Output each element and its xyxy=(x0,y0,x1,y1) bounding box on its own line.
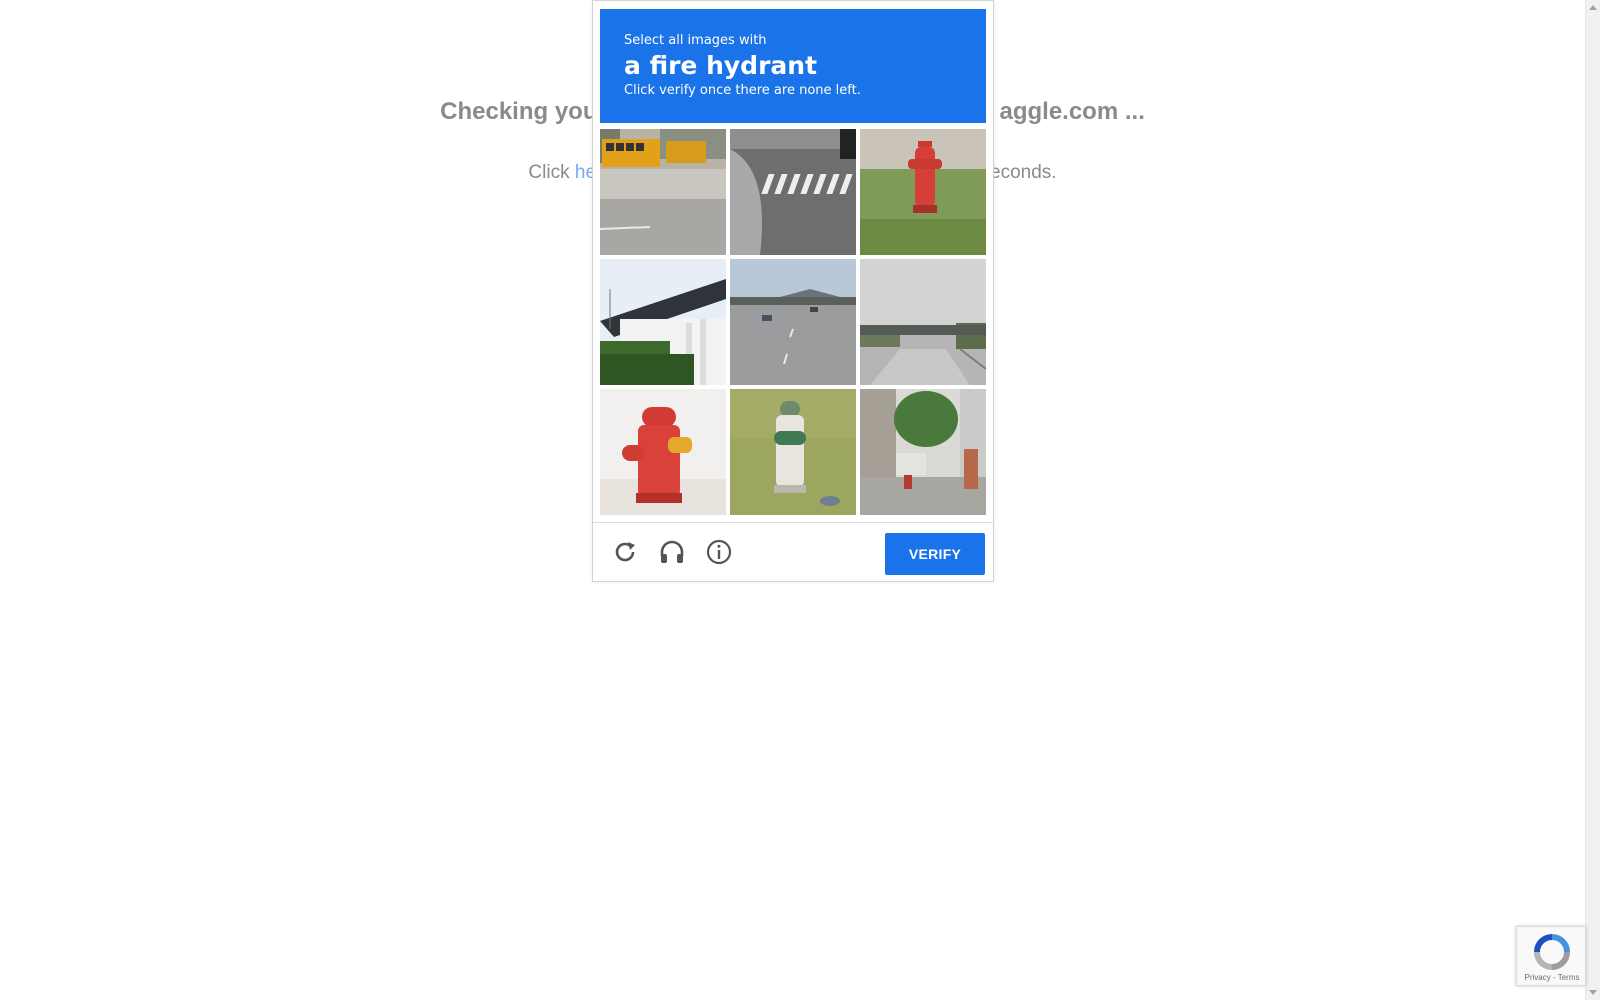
challenge-instruction: Select all images with xyxy=(624,33,767,48)
reload-icon[interactable] xyxy=(610,537,640,567)
image-tile-fire-hydrant-red-closeup[interactable] xyxy=(600,389,726,515)
heading-left: Checking you xyxy=(440,98,598,125)
image-tile-school-bus[interactable] xyxy=(600,129,726,255)
page-scrollbar[interactable] xyxy=(1585,0,1600,1000)
image-grid xyxy=(600,129,986,515)
image-tile-crosswalk[interactable] xyxy=(730,129,856,255)
info-icon[interactable] xyxy=(704,537,734,567)
image-tile-fire-hydrant-red[interactable] xyxy=(860,129,986,255)
captcha-challenge: Select all images with a fire hydrant Cl… xyxy=(592,0,994,582)
challenge-note: Click verify once there are none left. xyxy=(624,83,861,98)
image-tile-highway[interactable] xyxy=(730,259,856,385)
scroll-down-arrow[interactable] xyxy=(1589,990,1597,995)
image-tile-building-roof[interactable] xyxy=(600,259,726,385)
image-tile-overpass[interactable] xyxy=(860,259,986,385)
subtext-suffix: econds. xyxy=(990,162,1057,183)
headphones-icon[interactable] xyxy=(657,537,687,567)
challenge-target: a fire hydrant xyxy=(624,51,818,80)
scroll-up-arrow[interactable] xyxy=(1589,5,1597,10)
recaptcha-logo-icon xyxy=(1534,934,1570,970)
badge-links[interactable]: Privacy - Terms xyxy=(1517,973,1587,982)
challenge-footer: VERIFY xyxy=(593,522,993,582)
challenge-header: Select all images with a fire hydrant Cl… xyxy=(600,9,986,123)
verify-button[interactable]: VERIFY xyxy=(885,533,985,575)
image-tile-fire-hydrant-green[interactable] xyxy=(730,389,856,515)
recaptcha-badge[interactable]: Privacy - Terms xyxy=(1516,926,1586,986)
image-tile-city-street[interactable] xyxy=(860,389,986,515)
heading-right: aggle.com ... xyxy=(999,98,1145,125)
subtext-prefix: Click xyxy=(528,162,575,183)
